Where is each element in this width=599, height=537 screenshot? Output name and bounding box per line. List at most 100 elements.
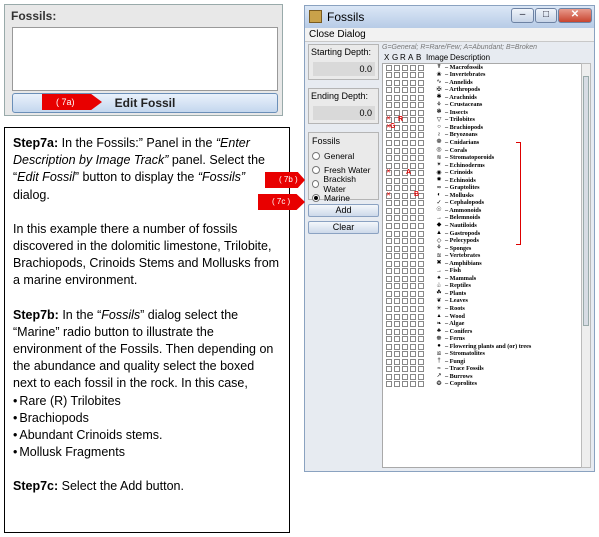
checkbox[interactable] [386, 275, 392, 282]
checkbox[interactable] [418, 328, 424, 335]
checkbox[interactable] [386, 290, 392, 297]
menu-close-dialog[interactable]: Close Dialog [305, 28, 594, 42]
checkbox[interactable] [402, 207, 408, 214]
checkbox[interactable] [418, 102, 424, 109]
checkbox[interactable] [410, 238, 416, 245]
checkbox[interactable] [394, 373, 400, 380]
checkbox[interactable] [386, 268, 392, 275]
starting-depth-field[interactable]: 0.0 [313, 62, 375, 76]
checkbox[interactable] [418, 117, 424, 124]
checkbox[interactable] [394, 147, 400, 154]
checkbox[interactable] [402, 102, 408, 109]
checkbox[interactable] [394, 87, 400, 94]
checkbox[interactable] [402, 185, 408, 192]
checkbox[interactable] [402, 373, 408, 380]
checkbox[interactable] [410, 358, 416, 365]
checkbox[interactable] [386, 381, 392, 388]
checkbox[interactable] [386, 351, 392, 358]
checkbox[interactable] [410, 336, 416, 343]
checkbox[interactable] [402, 139, 408, 146]
checkbox[interactable] [418, 343, 424, 350]
checkbox[interactable] [394, 230, 400, 237]
checkbox[interactable] [410, 109, 416, 116]
checkbox[interactable] [410, 260, 416, 267]
checkbox[interactable] [402, 298, 408, 305]
checkbox[interactable] [386, 245, 392, 252]
checkbox[interactable] [418, 64, 424, 71]
checkbox[interactable] [386, 168, 392, 177]
checkbox[interactable] [402, 366, 408, 373]
checkbox[interactable] [394, 139, 400, 146]
radio-circle[interactable] [312, 166, 320, 174]
checkbox[interactable] [386, 177, 392, 184]
checkbox[interactable] [418, 268, 424, 275]
checkbox[interactable] [410, 147, 416, 154]
checkbox[interactable] [410, 139, 416, 146]
checkbox[interactable] [386, 298, 392, 305]
checkbox[interactable] [386, 200, 392, 207]
checkbox[interactable] [394, 298, 400, 305]
checkbox[interactable] [386, 328, 392, 335]
checkbox[interactable] [410, 328, 416, 335]
checkbox[interactable] [386, 253, 392, 260]
checkbox[interactable] [418, 260, 424, 267]
checkbox[interactable] [402, 94, 408, 101]
checkbox[interactable] [402, 260, 408, 267]
checkbox[interactable] [418, 72, 424, 79]
checkbox[interactable] [402, 381, 408, 388]
checkbox[interactable] [386, 238, 392, 245]
checkbox[interactable] [410, 321, 416, 328]
checkbox[interactable] [386, 72, 392, 79]
checkbox[interactable] [394, 343, 400, 350]
checkbox[interactable] [418, 155, 424, 162]
checkbox[interactable] [418, 238, 424, 245]
checkbox[interactable] [394, 253, 400, 260]
checkbox[interactable] [402, 290, 408, 297]
checkbox[interactable] [386, 191, 392, 199]
checkbox[interactable] [418, 290, 424, 297]
checkbox[interactable] [386, 87, 392, 94]
checkbox[interactable] [410, 177, 416, 184]
checkbox[interactable] [418, 94, 424, 101]
checkbox[interactable] [402, 306, 408, 312]
checkbox[interactable] [418, 132, 424, 139]
checkbox[interactable] [410, 94, 416, 101]
checkbox[interactable] [386, 207, 392, 214]
checkbox[interactable] [386, 260, 392, 267]
checkbox[interactable] [418, 200, 424, 207]
checkbox[interactable] [418, 321, 424, 328]
checkbox[interactable] [402, 64, 408, 71]
checkbox[interactable] [410, 245, 416, 252]
checkbox[interactable] [402, 358, 408, 365]
checkbox[interactable] [410, 253, 416, 260]
checkbox[interactable] [386, 306, 392, 312]
checkbox[interactable] [418, 207, 424, 214]
checkbox[interactable] [394, 132, 400, 139]
checkbox[interactable] [386, 94, 392, 101]
checkbox[interactable] [402, 351, 408, 358]
checkbox[interactable] [394, 64, 400, 71]
close-icon[interactable]: ✕ [558, 8, 592, 23]
checkbox[interactable] [418, 381, 424, 388]
checkbox[interactable] [402, 268, 408, 275]
checkbox[interactable] [418, 215, 424, 222]
checkbox[interactable] [418, 283, 424, 290]
radio-general[interactable]: General [312, 149, 375, 163]
checkbox[interactable] [410, 117, 416, 124]
ending-depth-field[interactable]: 0.0 [313, 106, 375, 120]
checkbox[interactable] [418, 139, 424, 146]
maximize-icon[interactable]: □ [535, 8, 557, 23]
checkbox[interactable] [418, 147, 424, 154]
checkbox[interactable] [410, 290, 416, 297]
checkbox[interactable] [386, 102, 392, 109]
checkbox[interactable] [410, 298, 416, 305]
checkbox[interactable] [394, 358, 400, 365]
checkbox[interactable] [410, 124, 416, 131]
checkbox[interactable] [394, 238, 400, 245]
checkbox[interactable] [394, 245, 400, 252]
checkbox[interactable] [418, 87, 424, 94]
checkbox[interactable] [402, 336, 408, 343]
checkbox[interactable] [394, 351, 400, 358]
checkbox[interactable] [418, 109, 424, 116]
checkbox[interactable] [394, 155, 400, 162]
